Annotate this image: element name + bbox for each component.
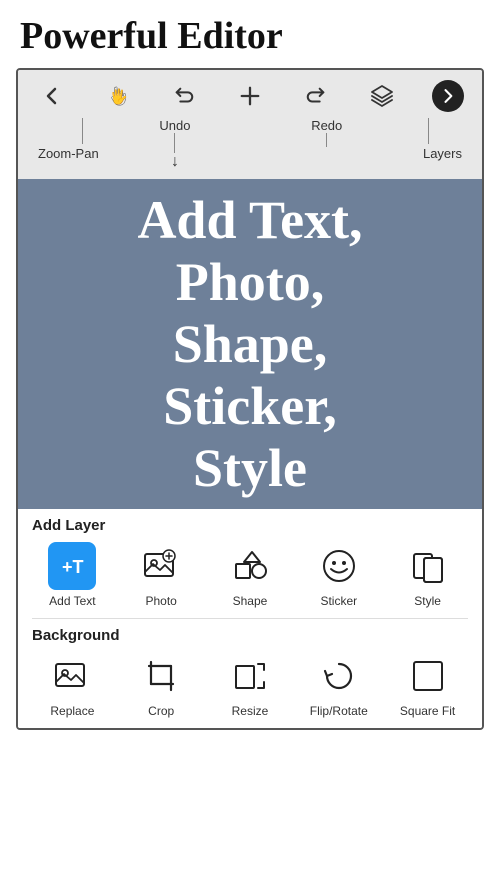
page-title: Powerful Editor bbox=[0, 0, 500, 68]
flip-rotate-tool[interactable]: Flip/Rotate bbox=[299, 652, 379, 718]
add-layer-tools-row: +T Add Text bbox=[18, 536, 482, 618]
add-text-tool[interactable]: +T Add Text bbox=[32, 542, 112, 608]
replace-tool[interactable]: Replace bbox=[32, 652, 112, 718]
add-icon[interactable] bbox=[234, 80, 266, 112]
layers-icon[interactable] bbox=[366, 80, 398, 112]
flip-rotate-icon bbox=[315, 652, 363, 700]
square-fit-label: Square Fit bbox=[400, 704, 455, 718]
sticker-tool[interactable]: Sticker bbox=[299, 542, 379, 608]
photo-tool[interactable]: Photo bbox=[121, 542, 201, 608]
crop-tool[interactable]: Crop bbox=[121, 652, 201, 718]
resize-tool[interactable]: Resize bbox=[210, 652, 290, 718]
canvas-text: Add Text,Photo,Shape,Sticker,Style bbox=[137, 189, 362, 499]
redo-label-group: Redo bbox=[311, 118, 342, 147]
style-tool[interactable]: Style bbox=[388, 542, 468, 608]
shape-icon bbox=[226, 542, 274, 590]
crop-icon bbox=[137, 652, 185, 700]
svg-text:+T: +T bbox=[62, 557, 84, 577]
replace-label: Replace bbox=[50, 704, 94, 718]
toolbar: 🖐 bbox=[18, 70, 482, 179]
pan-icon[interactable]: 🖐 bbox=[102, 80, 134, 112]
photo-icon bbox=[137, 542, 185, 590]
style-label: Style bbox=[414, 594, 441, 608]
replace-icon bbox=[48, 652, 96, 700]
flip-rotate-label: Flip/Rotate bbox=[310, 704, 368, 718]
svg-text:🖐: 🖐 bbox=[110, 88, 128, 107]
square-fit-tool[interactable]: Square Fit bbox=[388, 652, 468, 718]
toolbar-labels-row: Zoom-Pan Undo ↓ Redo Layers bbox=[30, 116, 470, 179]
background-tools-row: Replace Crop bbox=[18, 646, 482, 728]
style-icon bbox=[404, 542, 452, 590]
add-text-label: Add Text bbox=[49, 594, 95, 608]
layers-label: Layers bbox=[423, 146, 462, 161]
resize-label: Resize bbox=[232, 704, 269, 718]
next-icon[interactable] bbox=[432, 80, 464, 112]
bottom-panel: Add Layer +T Add Text bbox=[18, 509, 482, 728]
undo-icon[interactable] bbox=[168, 80, 200, 112]
layers-label-group: Layers bbox=[423, 118, 462, 161]
toolbar-icons-row: 🖐 bbox=[30, 76, 470, 116]
sticker-label: Sticker bbox=[320, 594, 357, 608]
editor-container: 🖐 bbox=[16, 68, 484, 730]
square-fit-icon bbox=[404, 652, 452, 700]
undo-label: Undo bbox=[159, 118, 190, 133]
shape-tool[interactable]: Shape bbox=[210, 542, 290, 608]
background-section-title: Background bbox=[18, 619, 482, 646]
zoom-pan-label: Zoom-Pan bbox=[38, 146, 99, 161]
add-text-icon: +T bbox=[48, 542, 96, 590]
redo-icon[interactable] bbox=[300, 80, 332, 112]
photo-label: Photo bbox=[146, 594, 177, 608]
resize-icon bbox=[226, 652, 274, 700]
sticker-icon bbox=[315, 542, 363, 590]
redo-label: Redo bbox=[311, 118, 342, 133]
shape-label: Shape bbox=[233, 594, 268, 608]
undo-label-group: Undo ↓ bbox=[159, 118, 190, 171]
back-icon[interactable] bbox=[36, 80, 68, 112]
canvas-area: Add Text,Photo,Shape,Sticker,Style bbox=[18, 179, 482, 509]
add-layer-section-title: Add Layer bbox=[18, 509, 482, 536]
zoom-pan-label-group: Zoom-Pan bbox=[38, 118, 99, 161]
crop-label: Crop bbox=[148, 704, 174, 718]
